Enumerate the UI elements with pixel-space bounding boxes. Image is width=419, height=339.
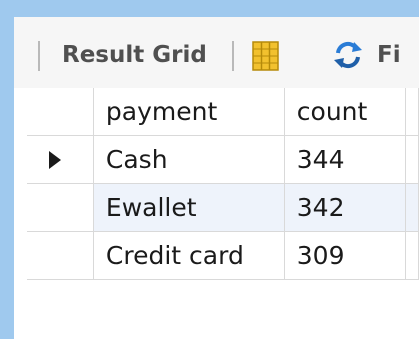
grid-layout-icon[interactable] <box>252 41 279 71</box>
cell-payment[interactable]: Credit card <box>93 231 285 280</box>
result-grid: payment count Cash 344 Ewallet 342 Credi… <box>27 88 419 280</box>
result-grid-tab[interactable]: Result Grid <box>62 42 207 68</box>
filter-rows-label[interactable]: Fi <box>377 42 419 68</box>
toolbar-separator <box>38 41 40 71</box>
cell-payment[interactable]: Ewallet <box>93 183 285 232</box>
header-row: payment count <box>27 88 419 136</box>
cell-empty <box>405 231 419 280</box>
cell-empty <box>405 183 419 232</box>
cell-empty <box>405 135 419 184</box>
cell-count[interactable]: 309 <box>284 231 407 280</box>
result-panel: Result Grid Fi payment count Cash 344 Ew… <box>14 17 419 339</box>
corner-cell <box>27 88 94 136</box>
table-row[interactable]: Cash 344 <box>27 135 419 184</box>
column-header-payment[interactable]: payment <box>93 88 285 136</box>
table-row[interactable]: Ewallet 342 <box>27 183 419 232</box>
row-header[interactable] <box>27 135 94 184</box>
cell-count[interactable]: 344 <box>284 135 407 184</box>
column-header-empty <box>405 88 419 136</box>
current-row-pointer-icon <box>49 150 61 169</box>
column-header-count[interactable]: count <box>284 88 407 136</box>
refresh-icon[interactable] <box>332 39 364 71</box>
cell-payment[interactable]: Cash <box>93 135 285 184</box>
row-header[interactable] <box>27 183 94 232</box>
result-toolbar: Result Grid Fi <box>14 17 419 88</box>
toolbar-separator <box>232 41 234 71</box>
row-header[interactable] <box>27 231 94 280</box>
table-row[interactable]: Credit card 309 <box>27 231 419 280</box>
cell-count[interactable]: 342 <box>284 183 407 232</box>
